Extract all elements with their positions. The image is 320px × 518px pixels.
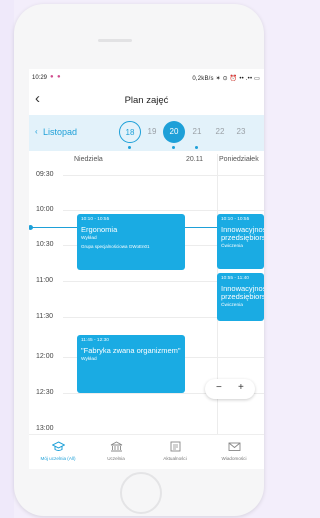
app-screen: 10:29 ● ● 0,2kB/s ✶ ⊙ ⏰ •• .•• ▭ ‹ Plan … bbox=[29, 69, 264, 469]
envelope-icon bbox=[228, 442, 240, 451]
news-icon bbox=[170, 441, 180, 452]
day-chip[interactable]: 18 bbox=[119, 121, 141, 143]
nav-label: Wiadomości bbox=[221, 456, 247, 461]
hour-line bbox=[63, 175, 264, 176]
nav-item-news[interactable]: Aktualności bbox=[146, 435, 204, 461]
event-name: Innowacyjność przedsiębiorstw bbox=[221, 225, 264, 242]
event-name: "Fabryka zwana organizmem" bbox=[81, 346, 181, 355]
column-date: 20.11 bbox=[186, 156, 203, 163]
day-chip-selected[interactable]: 20 bbox=[163, 121, 185, 143]
event-time: 11:45 - 12:30 bbox=[81, 338, 109, 343]
time-label: 11:00 bbox=[36, 277, 53, 284]
month-label[interactable]: Listopad bbox=[43, 127, 77, 137]
current-time-dot bbox=[29, 225, 33, 230]
nav-item-university[interactable]: Uczelnia bbox=[87, 435, 145, 461]
time-label: 09:30 bbox=[36, 171, 54, 178]
building-icon bbox=[110, 441, 122, 452]
chevron-left-icon[interactable]: ‹ bbox=[35, 127, 38, 136]
event-dot bbox=[195, 146, 198, 149]
nav-label: Mój uczelnia (All) bbox=[40, 456, 76, 461]
nav-item-messages[interactable]: Wiadomości bbox=[205, 435, 263, 461]
event-card[interactable]: 11:45 - 12:30 "Fabryka zwana organizmem"… bbox=[77, 335, 185, 393]
event-type: Wykład bbox=[81, 357, 97, 362]
event-type: Ćwiczenia bbox=[221, 303, 243, 308]
status-indicators: 0,2kB/s ✶ ⊙ ⏰ •• .•• ▭ bbox=[192, 76, 260, 82]
page-background bbox=[0, 0, 14, 518]
event-name: Ergonomia bbox=[81, 225, 118, 234]
zoom-in-button[interactable]: + bbox=[238, 382, 244, 393]
time-label: 12:00 bbox=[36, 353, 54, 360]
event-card[interactable]: 10:10 - 10:55 Ergonomia Wykład Grupa spe… bbox=[77, 214, 185, 270]
event-name: Innowacyjność przedsiębiorstw bbox=[221, 284, 264, 301]
date-strip: ‹ Listopad 18 19 20 21 22 23 bbox=[29, 115, 264, 151]
status-bar: 10:29 ● ● 0,2kB/s ✶ ⊙ ⏰ •• .•• ▭ bbox=[29, 69, 264, 87]
event-type: Wykład bbox=[81, 236, 97, 241]
day-chip[interactable]: 23 bbox=[232, 121, 250, 143]
event-card[interactable]: 10:55 - 11:40 Innowacyjność przedsiębior… bbox=[217, 273, 264, 321]
event-time: 10:10 - 10:55 bbox=[221, 217, 250, 222]
zoom-control: − + bbox=[205, 379, 255, 399]
notification-icon: ● bbox=[57, 74, 61, 80]
column-day-name: Poniedziałek bbox=[219, 156, 259, 163]
graduation-cap-icon bbox=[51, 441, 65, 451]
status-time: 10:29 bbox=[32, 75, 48, 81]
page-title: Plan zajęć bbox=[124, 95, 169, 106]
phone-frame: 10:29 ● ● 0,2kB/s ✶ ⊙ ⏰ •• .•• ▭ ‹ Plan … bbox=[14, 4, 264, 516]
event-time: 10:55 - 11:40 bbox=[221, 276, 249, 281]
event-dot bbox=[172, 146, 175, 149]
nav-item-my-university[interactable]: Mój uczelnia (All) bbox=[29, 435, 87, 461]
time-label: 10:30 bbox=[36, 241, 54, 248]
notification-icon: ● bbox=[50, 74, 54, 80]
nav-label: Aktualności bbox=[163, 456, 187, 461]
day-chip[interactable]: 19 bbox=[141, 121, 163, 143]
time-label: 10:00 bbox=[36, 206, 54, 213]
time-label: 11:30 bbox=[36, 313, 53, 320]
home-button[interactable] bbox=[120, 472, 162, 514]
time-label: 12:30 bbox=[36, 389, 54, 396]
event-group: Grupa specjalnościowa GWoEn01 bbox=[81, 244, 150, 249]
nav-label: Uczelnia bbox=[107, 456, 125, 461]
day-chip[interactable]: 22 bbox=[209, 121, 231, 143]
time-label: 13:00 bbox=[36, 425, 54, 432]
event-dot bbox=[128, 146, 131, 149]
hour-line bbox=[63, 210, 264, 211]
zoom-out-button[interactable]: − bbox=[216, 382, 222, 393]
bottom-nav: Mój uczelnia (All) Uczelnia Aktualności bbox=[29, 434, 264, 469]
event-time: 10:10 - 10:55 bbox=[81, 217, 110, 222]
event-type: Ćwiczenia bbox=[221, 244, 243, 249]
event-card[interactable]: 10:10 - 10:55 Innowacyjność przedsiębior… bbox=[217, 214, 264, 269]
speaker-grille bbox=[98, 39, 132, 42]
day-chip[interactable]: 21 bbox=[186, 121, 208, 143]
app-header: ‹ Plan zajęć bbox=[29, 87, 264, 115]
column-day-name: Niedziela bbox=[74, 156, 103, 163]
